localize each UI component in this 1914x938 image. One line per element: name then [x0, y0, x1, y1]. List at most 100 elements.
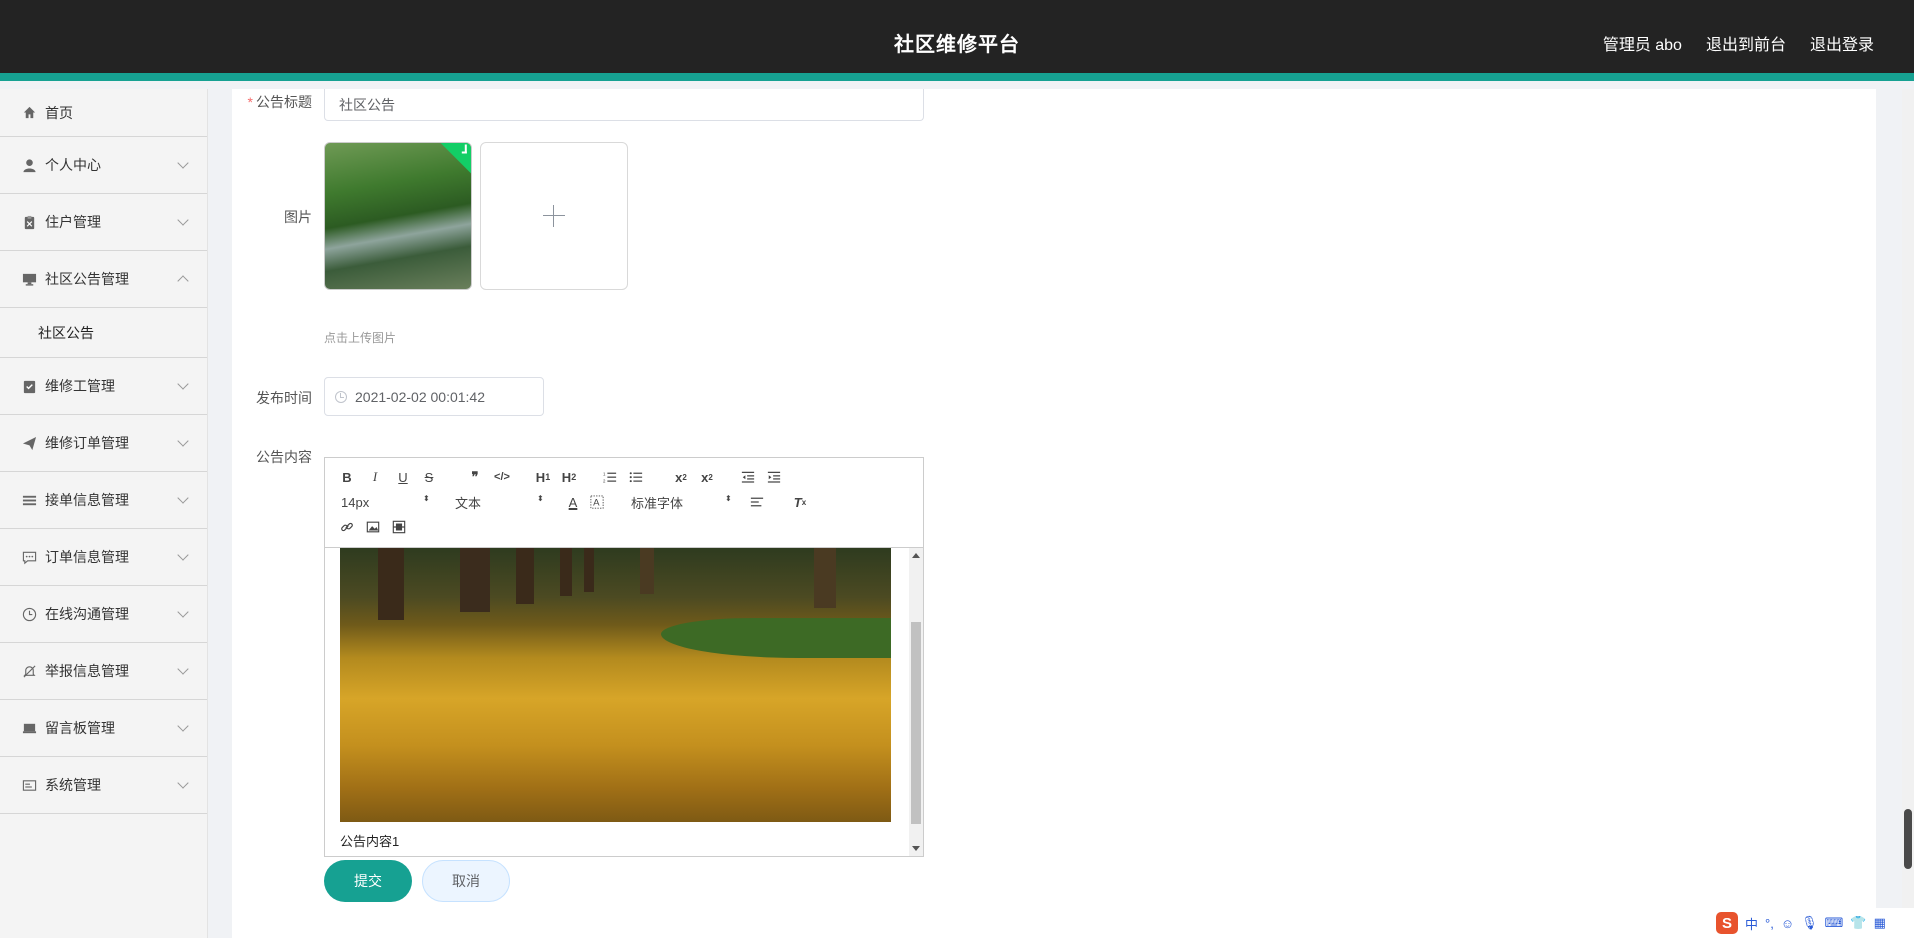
board-icon — [22, 721, 37, 736]
sidebar-item-label: 维修订单管理 — [45, 435, 129, 451]
scrollbar-thumb[interactable] — [911, 622, 921, 824]
code-block-icon[interactable]: </> — [492, 468, 512, 486]
scroll-down-icon[interactable] — [912, 846, 920, 851]
chevron-up-icon — [177, 275, 189, 287]
editor-content[interactable]: 公告内容1 — [325, 548, 923, 856]
publish-time-picker[interactable]: 2021-02-02 00:01:42 — [324, 377, 544, 416]
video-icon[interactable] — [391, 518, 407, 536]
sidebar-item-reports[interactable]: 举报信息管理 — [0, 643, 207, 700]
font-size-select[interactable]: 14px ⬍ — [341, 493, 430, 511]
title-label: * 公告标题 — [247, 94, 312, 110]
subscript-button[interactable]: x2 — [671, 468, 691, 486]
chat-icon — [22, 550, 37, 565]
chevron-down-icon — [177, 435, 189, 447]
page-scrollbar-thumb[interactable] — [1904, 809, 1912, 869]
sidebar-item-label: 社区公告管理 — [45, 271, 129, 287]
sidebar-item-label: 住户管理 — [45, 214, 101, 230]
cancel-button[interactable]: 取消 — [422, 860, 510, 902]
sidebar-item-home[interactable]: 首页 — [0, 89, 207, 137]
editor-scrollbar[interactable] — [909, 548, 923, 856]
sidebar-subitem-announcement[interactable]: 社区公告 — [0, 308, 207, 358]
admin-user-label[interactable]: 管理员 abo — [1603, 31, 1682, 55]
italic-button[interactable]: I — [367, 468, 383, 486]
text-color-icon[interactable]: A — [565, 493, 581, 511]
strike-button[interactable]: S — [421, 468, 437, 486]
svg-text:1: 1 — [603, 471, 606, 476]
sidebar-item-label: 留言板管理 — [45, 720, 115, 736]
ordered-list-icon[interactable]: 12 — [601, 468, 619, 486]
underline-button[interactable]: U — [395, 468, 411, 486]
sidebar-item-label: 在线沟通管理 — [45, 606, 129, 622]
skin-icon[interactable]: 👕 — [1850, 915, 1866, 931]
header-links: 管理员 abo 退出到前台 退出登录 — [1603, 31, 1874, 55]
sidebar-item-residents[interactable]: 住户管理 — [0, 194, 207, 251]
keyboard-icon[interactable]: ⌨ — [1825, 915, 1844, 931]
sidebar-item-order-info[interactable]: 订单信息管理 — [0, 529, 207, 586]
page-scrollbar[interactable] — [1902, 89, 1914, 938]
sidebar-item-system[interactable]: 系统管理 — [0, 757, 207, 814]
outdent-icon[interactable] — [739, 468, 757, 486]
heading1-button[interactable]: H1 — [533, 468, 553, 486]
logout-link[interactable]: 退出登录 — [1810, 31, 1874, 55]
toolbox-icon[interactable]: ▦ — [1874, 915, 1886, 931]
sidebar-item-label: 首页 — [45, 104, 73, 121]
superscript-button[interactable]: x2 — [697, 468, 717, 486]
submit-button[interactable]: 提交 — [324, 860, 412, 902]
checklist-icon — [22, 379, 37, 394]
sidebar-item-announcements[interactable]: 社区公告管理 — [0, 251, 207, 308]
chevron-down-icon — [177, 549, 189, 561]
chevron-down-icon — [177, 720, 189, 732]
microphone-icon[interactable]: 🎙 — [1801, 915, 1818, 931]
home-icon — [22, 105, 37, 120]
ime-language[interactable]: 中 — [1745, 914, 1758, 933]
required-mark: * — [247, 94, 253, 110]
monitor-icon — [22, 272, 37, 287]
sogou-logo-icon[interactable]: S — [1716, 912, 1738, 934]
scroll-up-icon[interactable] — [912, 553, 920, 558]
background-color-icon[interactable]: A — [589, 493, 605, 511]
title-input[interactable]: 社区公告 — [324, 89, 924, 121]
bell-off-icon — [22, 664, 37, 679]
publish-time-value: 2021-02-02 00:01:42 — [355, 388, 485, 405]
emoji-icon[interactable]: ☺ — [1781, 916, 1794, 931]
bold-button[interactable]: B — [339, 468, 355, 486]
header-select[interactable]: 文本 ⬍ — [455, 493, 544, 511]
send-icon — [22, 436, 37, 451]
chevron-down-icon — [177, 777, 189, 789]
svg-text:A: A — [593, 498, 600, 509]
rich-text-editor: B I U S ❞ </> H1 H2 12 x2 x2 14px ⬍ 文本 ⬍ A… — [324, 457, 924, 857]
sidebar-item-repair-orders[interactable]: 维修订单管理 — [0, 415, 207, 472]
font-family-select[interactable]: 标准字体 ⬍ — [631, 493, 732, 511]
sidebar-item-label: 举报信息管理 — [45, 663, 129, 679]
image-label: 图片 — [284, 209, 312, 225]
sidebar-item-profile[interactable]: 个人中心 — [0, 137, 207, 194]
indent-icon[interactable] — [765, 468, 783, 486]
chevron-down-icon — [177, 492, 189, 504]
chevron-down-icon — [177, 663, 189, 675]
content-text: 公告内容1 — [340, 834, 400, 849]
sidebar-item-accept-orders[interactable]: 接单信息管理 — [0, 472, 207, 529]
list-icon — [22, 493, 37, 508]
uploaded-image-thumbnail[interactable] — [324, 142, 472, 290]
chevron-down-icon — [177, 378, 189, 390]
punctuation-icon[interactable]: °, — [1765, 916, 1774, 931]
main-content: * 公告标题 社区公告 图片 点击上传图片 发布时间 2021-02-02 00:… — [232, 89, 1876, 938]
exit-to-front-link[interactable]: 退出到前台 — [1706, 31, 1786, 55]
upload-tip: 点击上传图片 — [324, 331, 397, 345]
clear-format-icon[interactable]: Tx — [791, 493, 809, 511]
sidebar-item-message-board[interactable]: 留言板管理 — [0, 700, 207, 757]
image-upload-button[interactable] — [480, 142, 628, 290]
link-icon[interactable] — [339, 518, 355, 536]
sidebar-item-online-chat[interactable]: 在线沟通管理 — [0, 586, 207, 643]
card-icon — [22, 778, 37, 793]
plus-icon — [543, 205, 565, 227]
heading2-button[interactable]: H2 — [559, 468, 579, 486]
sidebar-item-repairmen[interactable]: 维修工管理 — [0, 358, 207, 415]
user-icon — [22, 158, 37, 173]
align-left-icon[interactable] — [749, 493, 765, 511]
bullet-list-icon[interactable] — [627, 468, 645, 486]
image-icon[interactable] — [365, 518, 381, 536]
ime-toolbar: S 中 °, ☺ 🎙 ⌨ 👕 ▦ — [1708, 908, 1914, 938]
blockquote-icon[interactable]: ❞ — [466, 468, 484, 486]
chevron-down-icon — [177, 214, 189, 226]
